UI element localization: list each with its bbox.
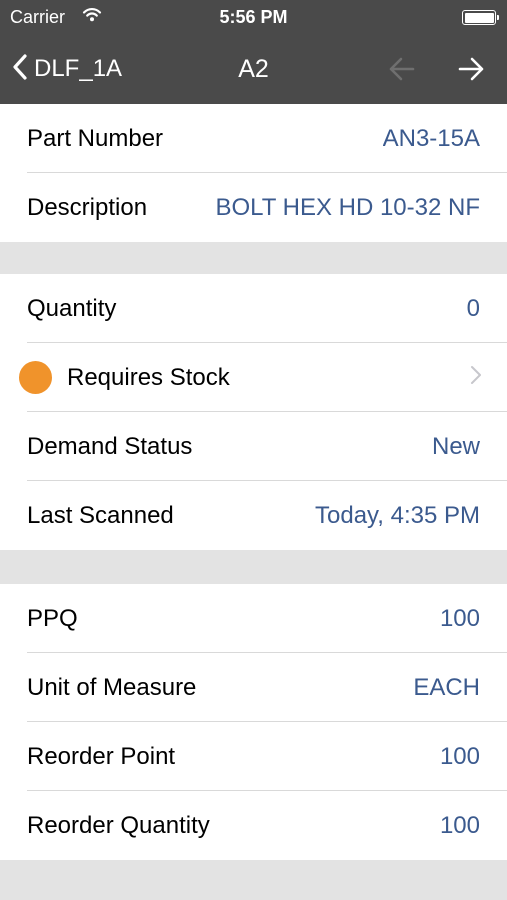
- demand-status-row: Demand Status New: [0, 412, 507, 481]
- chevron-right-icon: [470, 365, 482, 390]
- requires-stock-row[interactable]: Requires Stock: [0, 343, 507, 412]
- status-section: Quantity 0 Requires Stock Demand Status …: [0, 274, 507, 550]
- description-value: BOLT HEX HD 10-32 NF: [215, 193, 480, 221]
- unit-of-measure-label: Unit of Measure: [27, 673, 197, 701]
- status-dot-icon: [19, 361, 52, 394]
- demand-status-value: New: [431, 432, 480, 460]
- part-number-row: Part Number AN3-15A: [0, 104, 507, 173]
- stock-section: PPQ 100 Unit of Measure EACH Reorder Poi…: [0, 584, 507, 860]
- last-scanned-label: Last Scanned: [27, 501, 174, 529]
- demand-status-label: Demand Status: [27, 432, 193, 460]
- part-info-section: Part Number AN3-15A Description BOLT HEX…: [0, 104, 507, 242]
- last-scanned-row: Last Scanned Today, 4:35 PM: [0, 481, 507, 550]
- quantity-label: Quantity: [27, 294, 117, 322]
- quantity-row: Quantity 0: [0, 274, 507, 343]
- unit-of-measure-row: Unit of Measure EACH: [0, 653, 507, 722]
- reorder-quantity-row: Reorder Quantity 100: [0, 791, 507, 860]
- status-bar: Carrier 5:56 PM: [0, 0, 507, 34]
- description-row: Description BOLT HEX HD 10-32 NF: [0, 173, 507, 242]
- clock: 5:56 PM: [219, 7, 288, 27]
- ppq-value: 100: [439, 604, 480, 632]
- reorder-point-row: Reorder Point 100: [0, 722, 507, 791]
- quantity-value: 0: [466, 294, 480, 322]
- part-number-label: Part Number: [27, 124, 164, 152]
- chevron-left-icon: [12, 53, 28, 86]
- arrow-right-icon[interactable]: [455, 53, 487, 85]
- ppq-row: PPQ 100: [0, 584, 507, 653]
- last-scanned-value: Today, 4:35 PM: [315, 501, 480, 529]
- reorder-point-value: 100: [439, 742, 480, 770]
- navigation-bar: DLF_1A A2: [0, 34, 507, 104]
- unit-of-measure-value: EACH: [413, 673, 480, 701]
- reorder-quantity-value: 100: [439, 811, 480, 839]
- ppq-label: PPQ: [27, 604, 78, 632]
- back-button[interactable]: DLF_1A: [12, 53, 122, 85]
- reorder-quantity-label: Reorder Quantity: [27, 811, 210, 839]
- requires-stock-label: Requires Stock: [67, 363, 230, 391]
- arrow-left-icon[interactable]: [386, 53, 418, 85]
- description-label: Description: [27, 193, 148, 221]
- battery-icon: [462, 10, 499, 25]
- reorder-point-label: Reorder Point: [27, 742, 176, 770]
- part-number-value: AN3-15A: [382, 124, 480, 152]
- back-button-label: DLF_1A: [34, 55, 123, 82]
